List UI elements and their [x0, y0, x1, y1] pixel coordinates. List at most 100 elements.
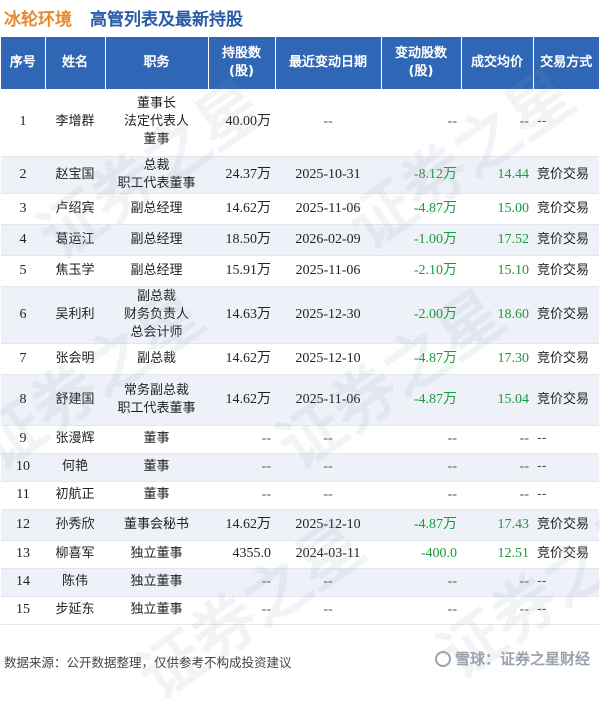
header-text: 持股数: [221, 46, 261, 61]
col-price-header: 成交均价: [461, 37, 534, 89]
trade-method: 竞价交易: [533, 255, 599, 287]
role-line: 董事: [143, 431, 170, 446]
shares-held: --: [208, 453, 275, 482]
executive-name: 孙秀欣: [45, 509, 105, 541]
avg-price: 15.00: [461, 193, 533, 225]
row-index: 6: [1, 286, 45, 344]
executive-role: 总裁 职工代表董事: [105, 156, 208, 194]
table-row: 15 步延东 独立董事 -- -- -- -- --: [1, 596, 599, 625]
col-no-header: 序号: [1, 37, 46, 89]
trade-method: --: [533, 453, 599, 482]
table-row: 8 舒建国 常务副总裁 职工代表董事 14.62万 2025-11-06 -4.87万 15.…: [1, 374, 599, 426]
last-change-date: --: [275, 89, 381, 157]
brand-text: 雪球：证券之星财经: [454, 650, 590, 668]
trade-method: 竞价交易: [533, 193, 599, 225]
last-change-date: 2025-11-06: [275, 193, 381, 225]
table-header-row: 序号 姓名 职务 持股数 (股) 最近变动日期 变动股数 (股) 成交均价 交易方式: [1, 37, 599, 89]
shares-held: --: [208, 425, 275, 454]
trade-method: 竞价交易: [533, 343, 599, 375]
shares-changed: --: [381, 481, 461, 510]
shares-held: --: [208, 481, 275, 510]
row-index: 2: [1, 156, 45, 194]
executive-name: 柳喜军: [45, 540, 105, 569]
shares-changed: -400.0: [381, 540, 461, 569]
role-line: 独立董事: [130, 546, 183, 561]
shares-held: 14.62万: [208, 193, 275, 225]
trade-method: --: [533, 568, 599, 597]
col-date-header: 最近变动日期: [275, 37, 382, 89]
row-index: 9: [1, 425, 45, 454]
role-line: 副总裁: [136, 350, 176, 366]
data-source-note: 数据来源：公开数据整理，仅供参考不构成投资建议: [4, 655, 292, 670]
last-change-date: --: [275, 568, 381, 597]
executive-name: 初航正: [45, 481, 105, 510]
role-line: 法定代表人: [123, 114, 189, 130]
role-line: 常务副总裁: [123, 382, 189, 398]
role-line: 董事: [143, 487, 170, 502]
row-index: 7: [1, 343, 45, 375]
avg-price: --: [461, 568, 533, 597]
table-row: 10 何艳 董事 -- -- -- -- --: [1, 453, 599, 482]
role-line: 总会计师: [130, 324, 183, 340]
last-change-date: 2025-11-06: [275, 255, 381, 287]
shares-held: --: [208, 568, 275, 597]
shares-held: 24.37万: [208, 156, 275, 194]
shares-held: 40.00万: [208, 89, 275, 157]
last-change-date: 2024-03-11: [275, 540, 381, 569]
executive-name: 吴利利: [45, 286, 105, 344]
last-change-date: --: [275, 596, 381, 625]
table-row: 12 孙秀欣 董事会秘书 14.62万 2025-12-10 -4.87万 17.43 竞价交…: [1, 509, 599, 541]
shares-held: 14.63万: [208, 286, 275, 344]
executive-role: 董事长 法定代表人 董事: [105, 89, 208, 157]
trade-method: 竞价交易: [533, 374, 599, 426]
executive-name: 舒建国: [45, 374, 105, 426]
role-line: 副总经理: [130, 262, 183, 278]
executive-role: 董事: [105, 425, 208, 454]
avg-price: 14.44: [461, 156, 533, 194]
col-shares-header: 持股数 (股): [208, 37, 276, 89]
table-row: 3 卢绍宾 副总经理 14.62万 2025-11-06 -4.87万 15.00 竞价交易: [1, 193, 599, 225]
executive-name: 步延东: [45, 596, 105, 625]
last-change-date: 2025-11-06: [275, 374, 381, 426]
row-index: 12: [1, 509, 45, 541]
executive-role: 董事: [105, 481, 208, 510]
role-line: 董事会秘书: [123, 516, 189, 532]
last-change-date: --: [275, 481, 381, 510]
shares-changed: -4.87万: [381, 374, 461, 426]
brand-logo: 雪球：证券之星财经: [434, 648, 590, 669]
last-change-date: 2026-02-09: [275, 224, 381, 256]
executive-role: 副总裁: [105, 343, 208, 375]
table-row: 11 初航正 董事 -- -- -- -- --: [1, 481, 599, 510]
header-text: (股): [229, 64, 254, 79]
row-index: 1: [1, 89, 45, 157]
shares-changed: --: [381, 453, 461, 482]
last-change-date: 2025-12-30: [275, 286, 381, 344]
trade-method: --: [533, 425, 599, 454]
table-row: 14 陈伟 独立董事 -- -- -- -- --: [1, 568, 599, 597]
row-index: 13: [1, 540, 45, 569]
row-index: 11: [1, 481, 45, 510]
trade-method: 竞价交易: [533, 224, 599, 256]
role-line: 副总经理: [130, 231, 183, 247]
executive-name: 卢绍宾: [45, 193, 105, 225]
last-change-date: --: [275, 453, 381, 482]
role-line: 职工代表董事: [117, 175, 196, 191]
shares-changed: --: [381, 596, 461, 625]
table-row: 9 张漫辉 董事 -- -- -- -- --: [1, 425, 599, 454]
header-text: 姓名: [61, 55, 88, 70]
executive-name: 赵宝国: [45, 156, 105, 194]
trade-method: 竞价交易: [533, 540, 599, 569]
shares-changed: -1.00万: [381, 224, 461, 256]
executive-name: 焦玉学: [45, 255, 105, 287]
trade-method: --: [533, 481, 599, 510]
role-line: 职工代表董事: [117, 400, 196, 416]
shares-changed: -8.12万: [381, 156, 461, 194]
executive-role: 副总经理: [105, 255, 208, 287]
table-body: 1 李增群 董事长 法定代表人 董事 40.00万 -- -- -- -- 2 赵宝国 总裁 职工代表董事…: [1, 89, 599, 625]
executive-name: 何艳: [45, 453, 105, 482]
avg-price: 18.60: [461, 286, 533, 344]
header-text: 最近变动日期: [288, 55, 367, 70]
table-row: 7 张会明 副总裁 14.62万 2025-12-10 -4.87万 17.30 竞价交易: [1, 343, 599, 375]
row-index: 8: [1, 374, 45, 426]
executive-role: 常务副总裁职工代表董事: [105, 374, 208, 426]
